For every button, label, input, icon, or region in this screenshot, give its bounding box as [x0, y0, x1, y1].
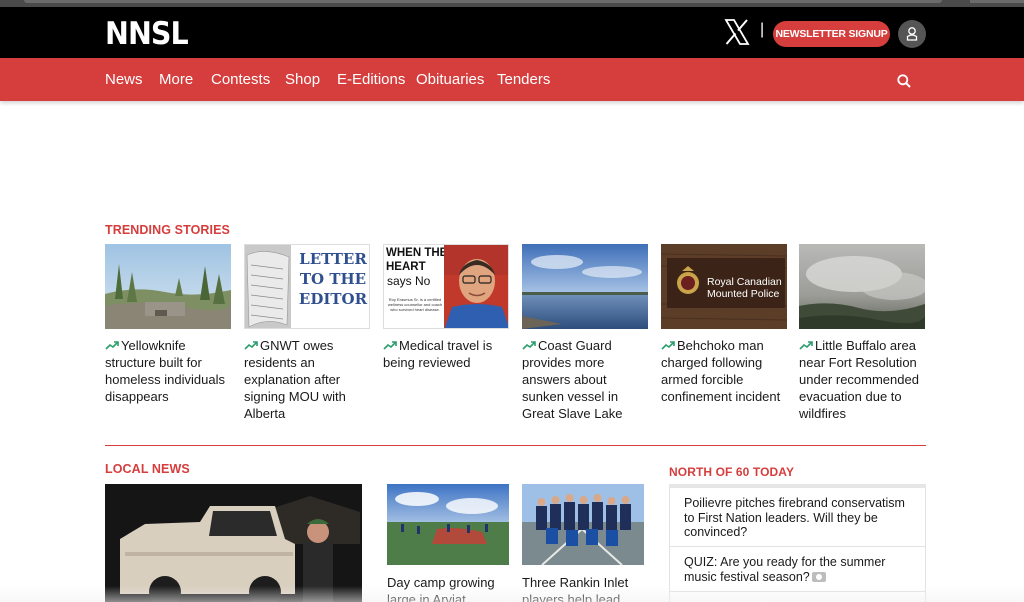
camera-icon	[811, 572, 826, 583]
local-story-headline[interactable]: Day camp growing large in Arviat	[387, 574, 509, 602]
local-story-headline[interactable]: Three Rankin Inlet players help lead tea…	[522, 574, 646, 602]
north-item-text[interactable]: QUIZ: Are you ready for the summer music…	[684, 555, 885, 584]
nav-item-contests[interactable]: Contests	[211, 71, 270, 88]
north-of-60-section-title: NORTH OF 60 TODAY	[669, 465, 795, 479]
headline-text[interactable]: Behchoko man charged following armed for…	[661, 338, 780, 404]
wildfire-smoke-photo[interactable]	[799, 244, 925, 329]
trending-arrow-icon	[105, 341, 119, 350]
site-logo[interactable]: NNSL	[105, 16, 189, 52]
browser-tab-strip	[0, 0, 1024, 7]
nav-item-news[interactable]: News	[105, 71, 143, 88]
heart-graphic-byline: Roy Erasmus Sr. is a certified wellness …	[387, 297, 443, 312]
browser-tab-edge	[970, 0, 1024, 3]
trending-story-card[interactable]: Little Buffalo area near Fort Resolution…	[799, 244, 925, 422]
user-icon	[906, 27, 918, 41]
letter-graphic-line: EDITOR	[298, 290, 368, 308]
letter-graphic-line: TO THE	[299, 270, 367, 288]
headline-text[interactable]: Yellowknife structure built for homeless…	[105, 338, 225, 404]
trending-story-headline[interactable]: Behchoko man charged following armed for…	[661, 337, 787, 405]
header-divider: |	[760, 21, 765, 38]
north-list-item[interactable]: QUIZ: Are you ready for the summer music…	[669, 547, 926, 592]
nav-item-shop[interactable]: Shop	[285, 71, 320, 88]
trending-story-card[interactable]: Yellowknife structure built for homeless…	[105, 244, 231, 405]
trending-arrow-icon	[522, 341, 536, 350]
rcmp-sign-line: Royal Canadian	[707, 276, 782, 288]
north-list-item[interactable]: Poilievre pitches firebrand conservatism…	[669, 488, 926, 547]
headline-text[interactable]: Coast Guard provides more answers about …	[522, 338, 622, 421]
section-divider	[105, 445, 926, 446]
rcmp-sign-photo[interactable]: Royal Canadian Mounted Police	[661, 244, 787, 329]
trending-story-headline[interactable]: Coast Guard provides more answers about …	[522, 337, 648, 422]
nav-item-tenders[interactable]: Tenders	[497, 71, 550, 88]
top-header: NNSL | NEWSLETTER SIGNUP	[0, 7, 1024, 58]
trending-story-card[interactable]: WHEN THE HEART says No Roy Erasmus Sr. i…	[383, 244, 509, 371]
account-button[interactable]	[898, 20, 926, 48]
trending-story-headline[interactable]: Little Buffalo area near Fort Resolution…	[799, 337, 925, 422]
newsletter-signup-button[interactable]: NEWSLETTER SIGNUP	[773, 21, 890, 47]
trending-story-card[interactable]: Royal Canadian Mounted Police Behchoko m…	[661, 244, 787, 405]
truck-night-photo[interactable]	[105, 484, 362, 602]
burned-site-photo[interactable]	[105, 244, 231, 329]
trending-story-card[interactable]: LETTER TO THE EDITOR GNWT owes residents…	[244, 244, 370, 422]
headline-text[interactable]: GNWT owes residents an explanation after…	[244, 338, 346, 421]
trending-arrow-icon	[244, 341, 258, 350]
trending-story-card[interactable]: Coast Guard provides more answers about …	[522, 244, 648, 422]
trending-story-headline[interactable]: Medical travel is being reviewed	[383, 337, 509, 371]
main-nav: News More Contests Shop E-Editions Obitu…	[0, 58, 1024, 101]
local-news-section-title: LOCAL NEWS	[105, 462, 190, 476]
trending-story-headline[interactable]: GNWT owes residents an explanation after…	[244, 337, 370, 422]
heart-graphic-title: WHEN THE HEART	[386, 247, 448, 273]
trending-arrow-icon	[661, 341, 675, 350]
trending-section-title: TRENDING STORIES	[105, 223, 230, 237]
headline-text[interactable]: Medical travel is being reviewed	[383, 338, 492, 370]
trending-arrow-icon	[799, 341, 813, 350]
browser-tab[interactable]	[24, 0, 942, 3]
nav-item-more[interactable]: More	[159, 71, 193, 88]
trending-story-headline[interactable]: Yellowknife structure built for homeless…	[105, 337, 231, 405]
letter-to-editor-graphic[interactable]: LETTER TO THE EDITOR	[244, 244, 370, 329]
x-social-icon[interactable]	[724, 19, 750, 45]
heart-graphic-subtitle: says No	[387, 274, 431, 288]
when-the-heart-says-no-graphic[interactable]: WHEN THE HEART says No Roy Erasmus Sr. i…	[383, 244, 509, 329]
rcmp-sign-line: Mounted Police	[707, 288, 780, 300]
team-group-photo[interactable]	[522, 484, 644, 565]
letter-graphic-line: LETTER	[299, 250, 367, 268]
headline-text[interactable]: Little Buffalo area near Fort Resolution…	[799, 338, 919, 421]
day-camp-field-photo[interactable]	[387, 484, 509, 565]
north-item-text[interactable]: Poilievre pitches firebrand conservatism…	[684, 496, 905, 539]
nav-item-e-editions[interactable]: E-Editions	[337, 71, 405, 88]
trending-arrow-icon	[383, 341, 397, 350]
nav-item-obituaries[interactable]: Obituaries	[416, 71, 484, 88]
lake-shore-photo[interactable]	[522, 244, 648, 329]
search-icon[interactable]	[897, 74, 911, 88]
north-list-item[interactable]	[669, 592, 926, 602]
